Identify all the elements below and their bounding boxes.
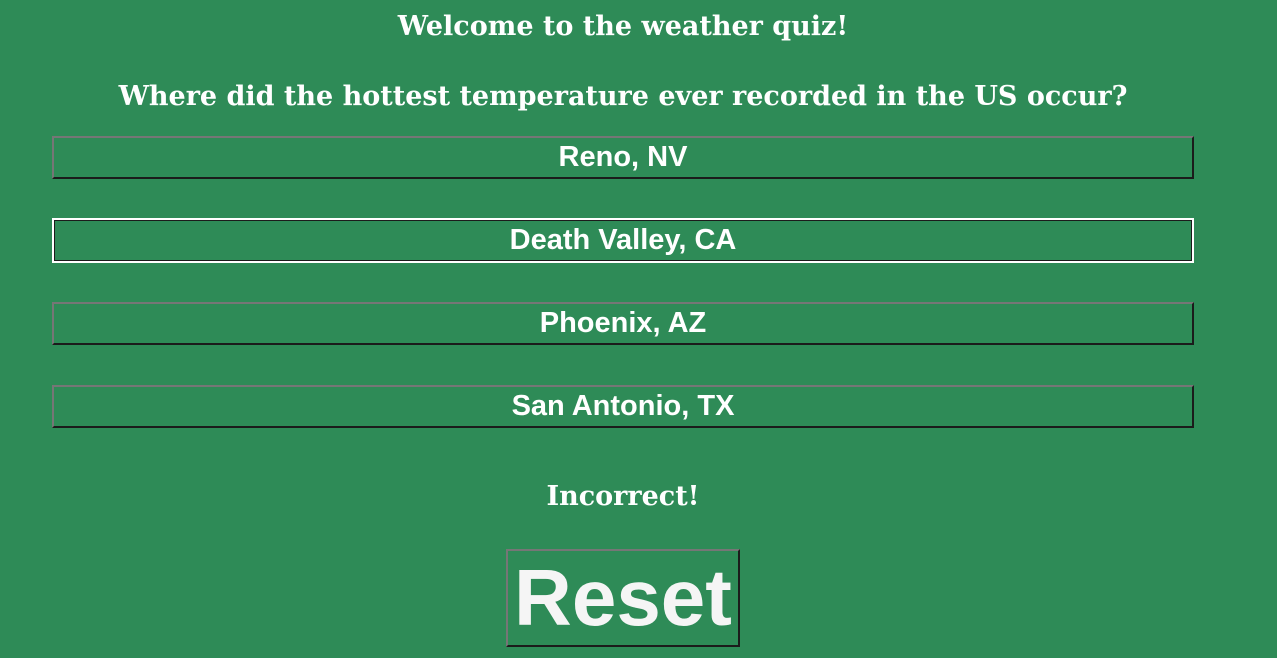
welcome-heading: Welcome to the weather quiz! — [397, 11, 849, 42]
answer-button-death-valley[interactable]: Death Valley, CA — [52, 218, 1194, 263]
answer-button-san-antonio[interactable]: San Antonio, TX — [52, 385, 1194, 428]
result-text: Incorrect! — [546, 481, 700, 512]
answer-button-phoenix[interactable]: Phoenix, AZ — [52, 302, 1194, 345]
answer-button-reno[interactable]: Reno, NV — [52, 136, 1194, 179]
reset-button[interactable]: Reset — [506, 549, 740, 647]
question-text: Where did the hottest temperature ever r… — [118, 81, 1128, 112]
